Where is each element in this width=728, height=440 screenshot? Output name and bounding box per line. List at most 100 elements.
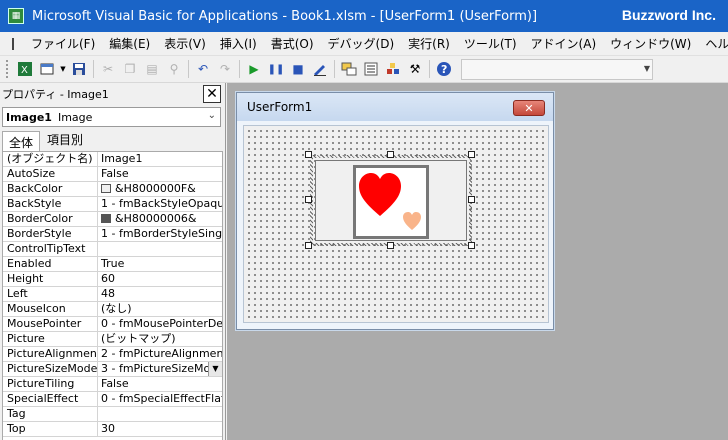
resize-handle-nw[interactable] xyxy=(305,151,312,158)
close-icon[interactable]: ✕ xyxy=(203,85,221,103)
property-value[interactable] xyxy=(98,407,222,421)
property-value[interactable]: False xyxy=(98,377,222,391)
reset-icon[interactable]: ■ xyxy=(288,59,308,79)
resize-handle-sw[interactable] xyxy=(305,242,312,249)
resize-handle-w[interactable] xyxy=(305,196,312,203)
resize-handle-s[interactable] xyxy=(387,242,394,249)
location-combo[interactable]: ▼ xyxy=(461,58,653,80)
property-row[interactable]: BackColor &H8000000F& xyxy=(3,182,222,197)
properties-title: プロパティ - Image1 xyxy=(2,88,109,101)
property-value[interactable]: 0 - fmMousePointerDefault xyxy=(98,317,222,331)
menu-tools[interactable]: ツール(T) xyxy=(457,32,524,56)
property-name: BackColor xyxy=(3,182,98,196)
chevron-down-icon[interactable]: ⌄ xyxy=(208,110,216,121)
combo-arrow-icon[interactable]: ▼ xyxy=(644,64,650,73)
property-row[interactable]: MousePointer0 - fmMousePointerDefault xyxy=(3,317,222,332)
property-row[interactable]: SpecialEffect 0 - fmSpecialEffectFlat xyxy=(3,392,222,407)
property-value[interactable]: Image1 xyxy=(98,152,222,166)
toolbar-grip[interactable] xyxy=(6,60,10,78)
dropdown-arrow-icon[interactable]: ▼ xyxy=(208,362,222,376)
dropdown-arrow-icon[interactable]: ▼ xyxy=(59,59,67,79)
copy-icon[interactable]: ❐ xyxy=(120,59,140,79)
property-value[interactable]: (なし) xyxy=(98,302,222,316)
property-value-text: False xyxy=(101,377,129,390)
insert-userform-icon[interactable] xyxy=(37,59,57,79)
svg-text:?: ? xyxy=(441,63,447,76)
menu-edit[interactable]: 編集(E) xyxy=(102,32,157,56)
color-swatch xyxy=(101,214,111,223)
save-icon[interactable] xyxy=(69,59,89,79)
color-swatch xyxy=(101,184,111,193)
design-mode-icon[interactable] xyxy=(310,59,330,79)
property-value[interactable]: 2 - fmPictureAlignmentCenter xyxy=(98,347,222,361)
resize-handle-se[interactable] xyxy=(468,242,475,249)
property-row[interactable]: Picture (ビットマップ) xyxy=(3,332,222,347)
menu-view[interactable]: 表示(V) xyxy=(157,32,213,56)
help-icon[interactable]: ? xyxy=(434,59,454,79)
resize-handle-e[interactable] xyxy=(468,196,475,203)
property-row[interactable]: Top 30 xyxy=(3,422,222,437)
image-control[interactable] xyxy=(315,160,467,241)
property-row[interactable]: BorderColor &H80000006& xyxy=(3,212,222,227)
property-row[interactable]: PictureSizeMode3 - fmPictureSizeModeZoom… xyxy=(3,362,222,377)
object-name: Image1 xyxy=(6,110,52,124)
resize-handle-ne[interactable] xyxy=(468,151,475,158)
property-value[interactable]: 48 xyxy=(98,287,222,301)
property-tabs: 全体 項目別 xyxy=(0,131,225,151)
property-value[interactable]: 0 - fmSpecialEffectFlat xyxy=(98,392,222,406)
property-row[interactable]: Height 60 xyxy=(3,272,222,287)
break-icon[interactable]: ❚❚ xyxy=(266,59,286,79)
module-window-icon[interactable] xyxy=(12,37,14,50)
view-excel-icon[interactable]: X xyxy=(15,59,35,79)
menu-insert[interactable]: 挿入(I) xyxy=(213,32,264,56)
resize-handle-n[interactable] xyxy=(387,151,394,158)
object-selector[interactable]: Image1 Image ⌄ xyxy=(2,107,221,127)
property-row[interactable]: ControlTipText xyxy=(3,242,222,257)
object-browser-icon[interactable] xyxy=(383,59,403,79)
property-value[interactable]: &H80000006& xyxy=(98,212,222,226)
menu-file[interactable]: ファイル(F) xyxy=(24,32,102,56)
userform-canvas[interactable] xyxy=(243,125,549,323)
menu-debug[interactable]: デバッグ(D) xyxy=(321,32,402,56)
properties-window-icon[interactable] xyxy=(361,59,381,79)
menu-addins[interactable]: アドイン(A) xyxy=(524,32,604,56)
find-icon[interactable]: ⚲ xyxy=(164,59,184,79)
property-value[interactable]: (ビットマップ) xyxy=(98,332,222,346)
userform-window[interactable]: UserForm1 ✕ xyxy=(236,92,554,330)
undo-icon[interactable]: ↶ xyxy=(193,59,213,79)
property-value[interactable]: True xyxy=(98,257,222,271)
property-row[interactable]: PictureAlignment2 - fmPictureAlignmentCe… xyxy=(3,347,222,362)
run-icon[interactable]: ▶ xyxy=(244,59,264,79)
property-row[interactable]: Enabled True xyxy=(3,257,222,272)
menu-run[interactable]: 実行(R) xyxy=(401,32,457,56)
userform-close-button[interactable]: ✕ xyxy=(513,100,545,116)
property-row[interactable]: Tag xyxy=(3,407,222,422)
tab-alphabetic[interactable]: 全体 xyxy=(2,131,41,151)
paste-icon[interactable]: ▤ xyxy=(142,59,162,79)
property-row[interactable]: PictureTiling False xyxy=(3,377,222,392)
menu-help[interactable]: ヘルプ(H) xyxy=(698,32,728,56)
toolbar-separator xyxy=(93,60,94,78)
vba-app-icon[interactable]: ▦ xyxy=(8,8,24,24)
property-row[interactable]: BorderStyle 1 - fmBorderStyleSingle xyxy=(3,227,222,242)
redo-icon[interactable]: ↷ xyxy=(215,59,235,79)
property-value[interactable]: 1 - fmBackStyleOpaque xyxy=(98,197,222,211)
property-value[interactable]: 60 xyxy=(98,272,222,286)
property-value[interactable]: 3 - fmPictureSizeModeZoom▼ xyxy=(98,362,222,376)
cut-icon[interactable]: ✂ xyxy=(98,59,118,79)
project-explorer-icon[interactable] xyxy=(339,59,359,79)
property-value[interactable]: 30 xyxy=(98,422,222,436)
property-row[interactable]: Left 48 xyxy=(3,287,222,302)
tab-categorized[interactable]: 項目別 xyxy=(40,128,90,151)
property-row[interactable]: AutoSize False xyxy=(3,167,222,182)
menu-format[interactable]: 書式(O) xyxy=(264,32,321,56)
property-value[interactable]: False xyxy=(98,167,222,181)
property-row[interactable]: (オブジェクト名) Image1 xyxy=(3,152,222,167)
property-value[interactable]: &H8000000F& xyxy=(98,182,222,196)
toolbox-icon[interactable]: ⚒ xyxy=(405,59,425,79)
property-value[interactable]: 1 - fmBorderStyleSingle xyxy=(98,227,222,241)
menu-window[interactable]: ウィンドウ(W) xyxy=(603,32,698,56)
property-value[interactable] xyxy=(98,242,222,256)
property-row[interactable]: BackStyle 1 - fmBackStyleOpaque xyxy=(3,197,222,212)
property-row[interactable]: MouseIcon (なし) xyxy=(3,302,222,317)
